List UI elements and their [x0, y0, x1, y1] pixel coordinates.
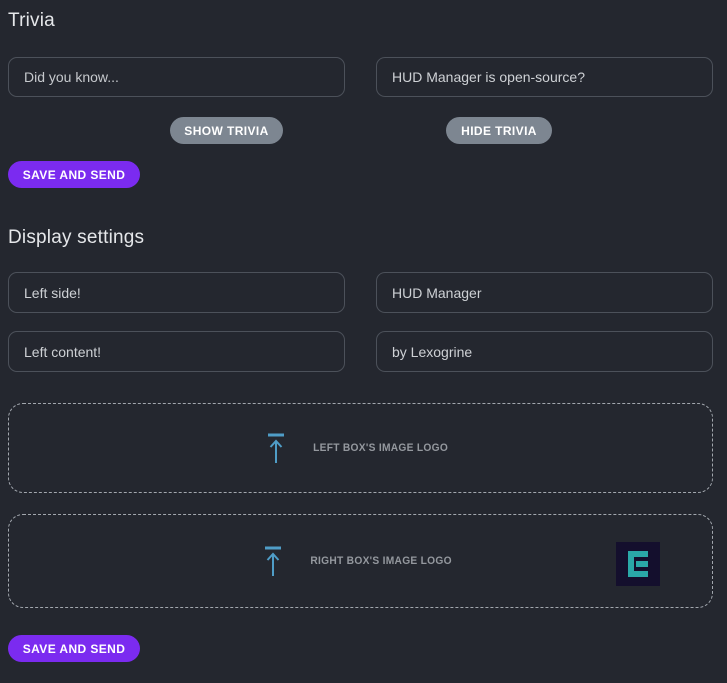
- upload-arrow-icon: [264, 546, 282, 577]
- left-box-title-input[interactable]: [8, 272, 345, 313]
- display-save-and-send-button[interactable]: SAVE AND SEND: [8, 635, 140, 662]
- right-box-content-input[interactable]: [376, 331, 713, 372]
- upload-arrow-icon: [267, 433, 285, 464]
- right-content-field-wrapper: [376, 331, 713, 372]
- trivia-current-input[interactable]: [376, 57, 713, 97]
- uploaded-logo-thumbnail-e-icon: [616, 542, 660, 586]
- trivia-text-field-wrapper: [8, 57, 345, 97]
- right-box-title-input[interactable]: [376, 272, 713, 313]
- left-logo-dropzone[interactable]: LEFT BOX'S IMAGE LOGO: [8, 403, 713, 493]
- right-dropzone-label: RIGHT BOX'S IMAGE LOGO: [310, 555, 452, 567]
- trivia-current-field-wrapper: [376, 57, 713, 97]
- trivia-section-title: Trivia: [8, 10, 55, 32]
- display-settings-section-title: Display settings: [8, 227, 144, 249]
- left-box-content-input[interactable]: [8, 331, 345, 372]
- right-logo-dropzone[interactable]: RIGHT BOX'S IMAGE LOGO: [8, 514, 713, 608]
- hide-trivia-button[interactable]: HIDE TRIVIA: [446, 117, 552, 144]
- left-content-field-wrapper: [8, 331, 345, 372]
- trivia-text-input[interactable]: [8, 57, 345, 97]
- show-trivia-button[interactable]: SHOW TRIVIA: [170, 117, 283, 144]
- left-dropzone-label: LEFT BOX'S IMAGE LOGO: [313, 442, 448, 454]
- left-title-field-wrapper: [8, 272, 345, 313]
- hud-settings-page: Trivia SHOW TRIVIA HIDE TRIVIA SAVE AND …: [0, 0, 727, 683]
- trivia-save-and-send-button[interactable]: SAVE AND SEND: [8, 161, 140, 188]
- right-title-field-wrapper: [376, 272, 713, 313]
